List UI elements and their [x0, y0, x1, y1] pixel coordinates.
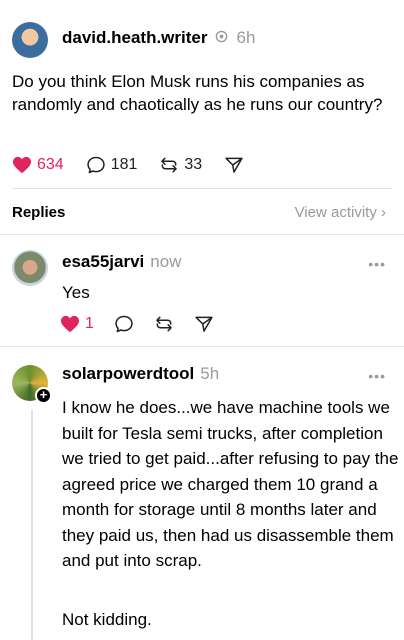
avatar[interactable]	[12, 250, 48, 286]
share-icon	[195, 316, 213, 332]
more-icon[interactable]: •••	[368, 256, 386, 272]
post-username[interactable]: david.heath.writer	[62, 28, 207, 48]
like-button[interactable]: 1	[60, 315, 94, 333]
share-button[interactable]	[224, 155, 244, 175]
follow-plus-icon[interactable]: +	[35, 387, 52, 404]
avatar[interactable]	[12, 22, 48, 58]
divider	[12, 188, 392, 189]
comment-button[interactable]	[114, 314, 134, 334]
repost-icon	[161, 157, 178, 173]
reply-header: esa55jarvi now	[62, 252, 181, 272]
reply-time: 5h	[200, 364, 220, 383]
reply-username[interactable]: solarpowerdtool	[62, 364, 194, 384]
like-button[interactable]: 634	[12, 156, 64, 174]
comment-icon	[87, 156, 105, 174]
post-time: 6h	[236, 28, 256, 47]
repost-button[interactable]: 33	[159, 155, 202, 175]
reply-text: Yes	[62, 283, 90, 302]
repost-button[interactable]	[154, 314, 174, 334]
thread-line	[31, 410, 33, 640]
more-icon[interactable]: •••	[368, 368, 386, 384]
share-button[interactable]	[194, 314, 214, 334]
reply-header: solarpowerdtool 5h	[62, 364, 219, 384]
repost-count: 33	[184, 156, 203, 173]
post-actions: 634 181 33	[12, 155, 266, 175]
comment-icon	[115, 315, 133, 333]
post-text: Do you think Elon Musk runs his companie…	[12, 72, 383, 114]
share-icon	[225, 157, 243, 173]
repost-icon	[156, 316, 172, 332]
heart-icon	[13, 156, 31, 174]
view-activity-link[interactable]: View activity ›	[295, 204, 386, 221]
reply-username[interactable]: esa55jarvi	[62, 252, 144, 272]
like-count: 634	[37, 156, 64, 173]
heart-icon	[61, 315, 79, 333]
reply-text-continued: Not kidding.	[62, 610, 152, 629]
reply-text: I know he does...we have machine tools w…	[62, 398, 399, 570]
comment-button[interactable]: 181	[86, 155, 138, 175]
comment-count: 181	[110, 156, 138, 173]
post-header: david.heath.writer 6h	[62, 28, 255, 48]
divider	[0, 346, 404, 347]
verified-icon	[216, 30, 228, 43]
replies-label: Replies	[12, 204, 66, 221]
threads-post-view: david.heath.writer 6h Do you think Elon …	[0, 0, 404, 640]
divider	[0, 234, 404, 235]
like-count: 1	[85, 315, 94, 332]
reply-actions: 1	[60, 314, 236, 334]
reply-time: now	[150, 252, 182, 271]
